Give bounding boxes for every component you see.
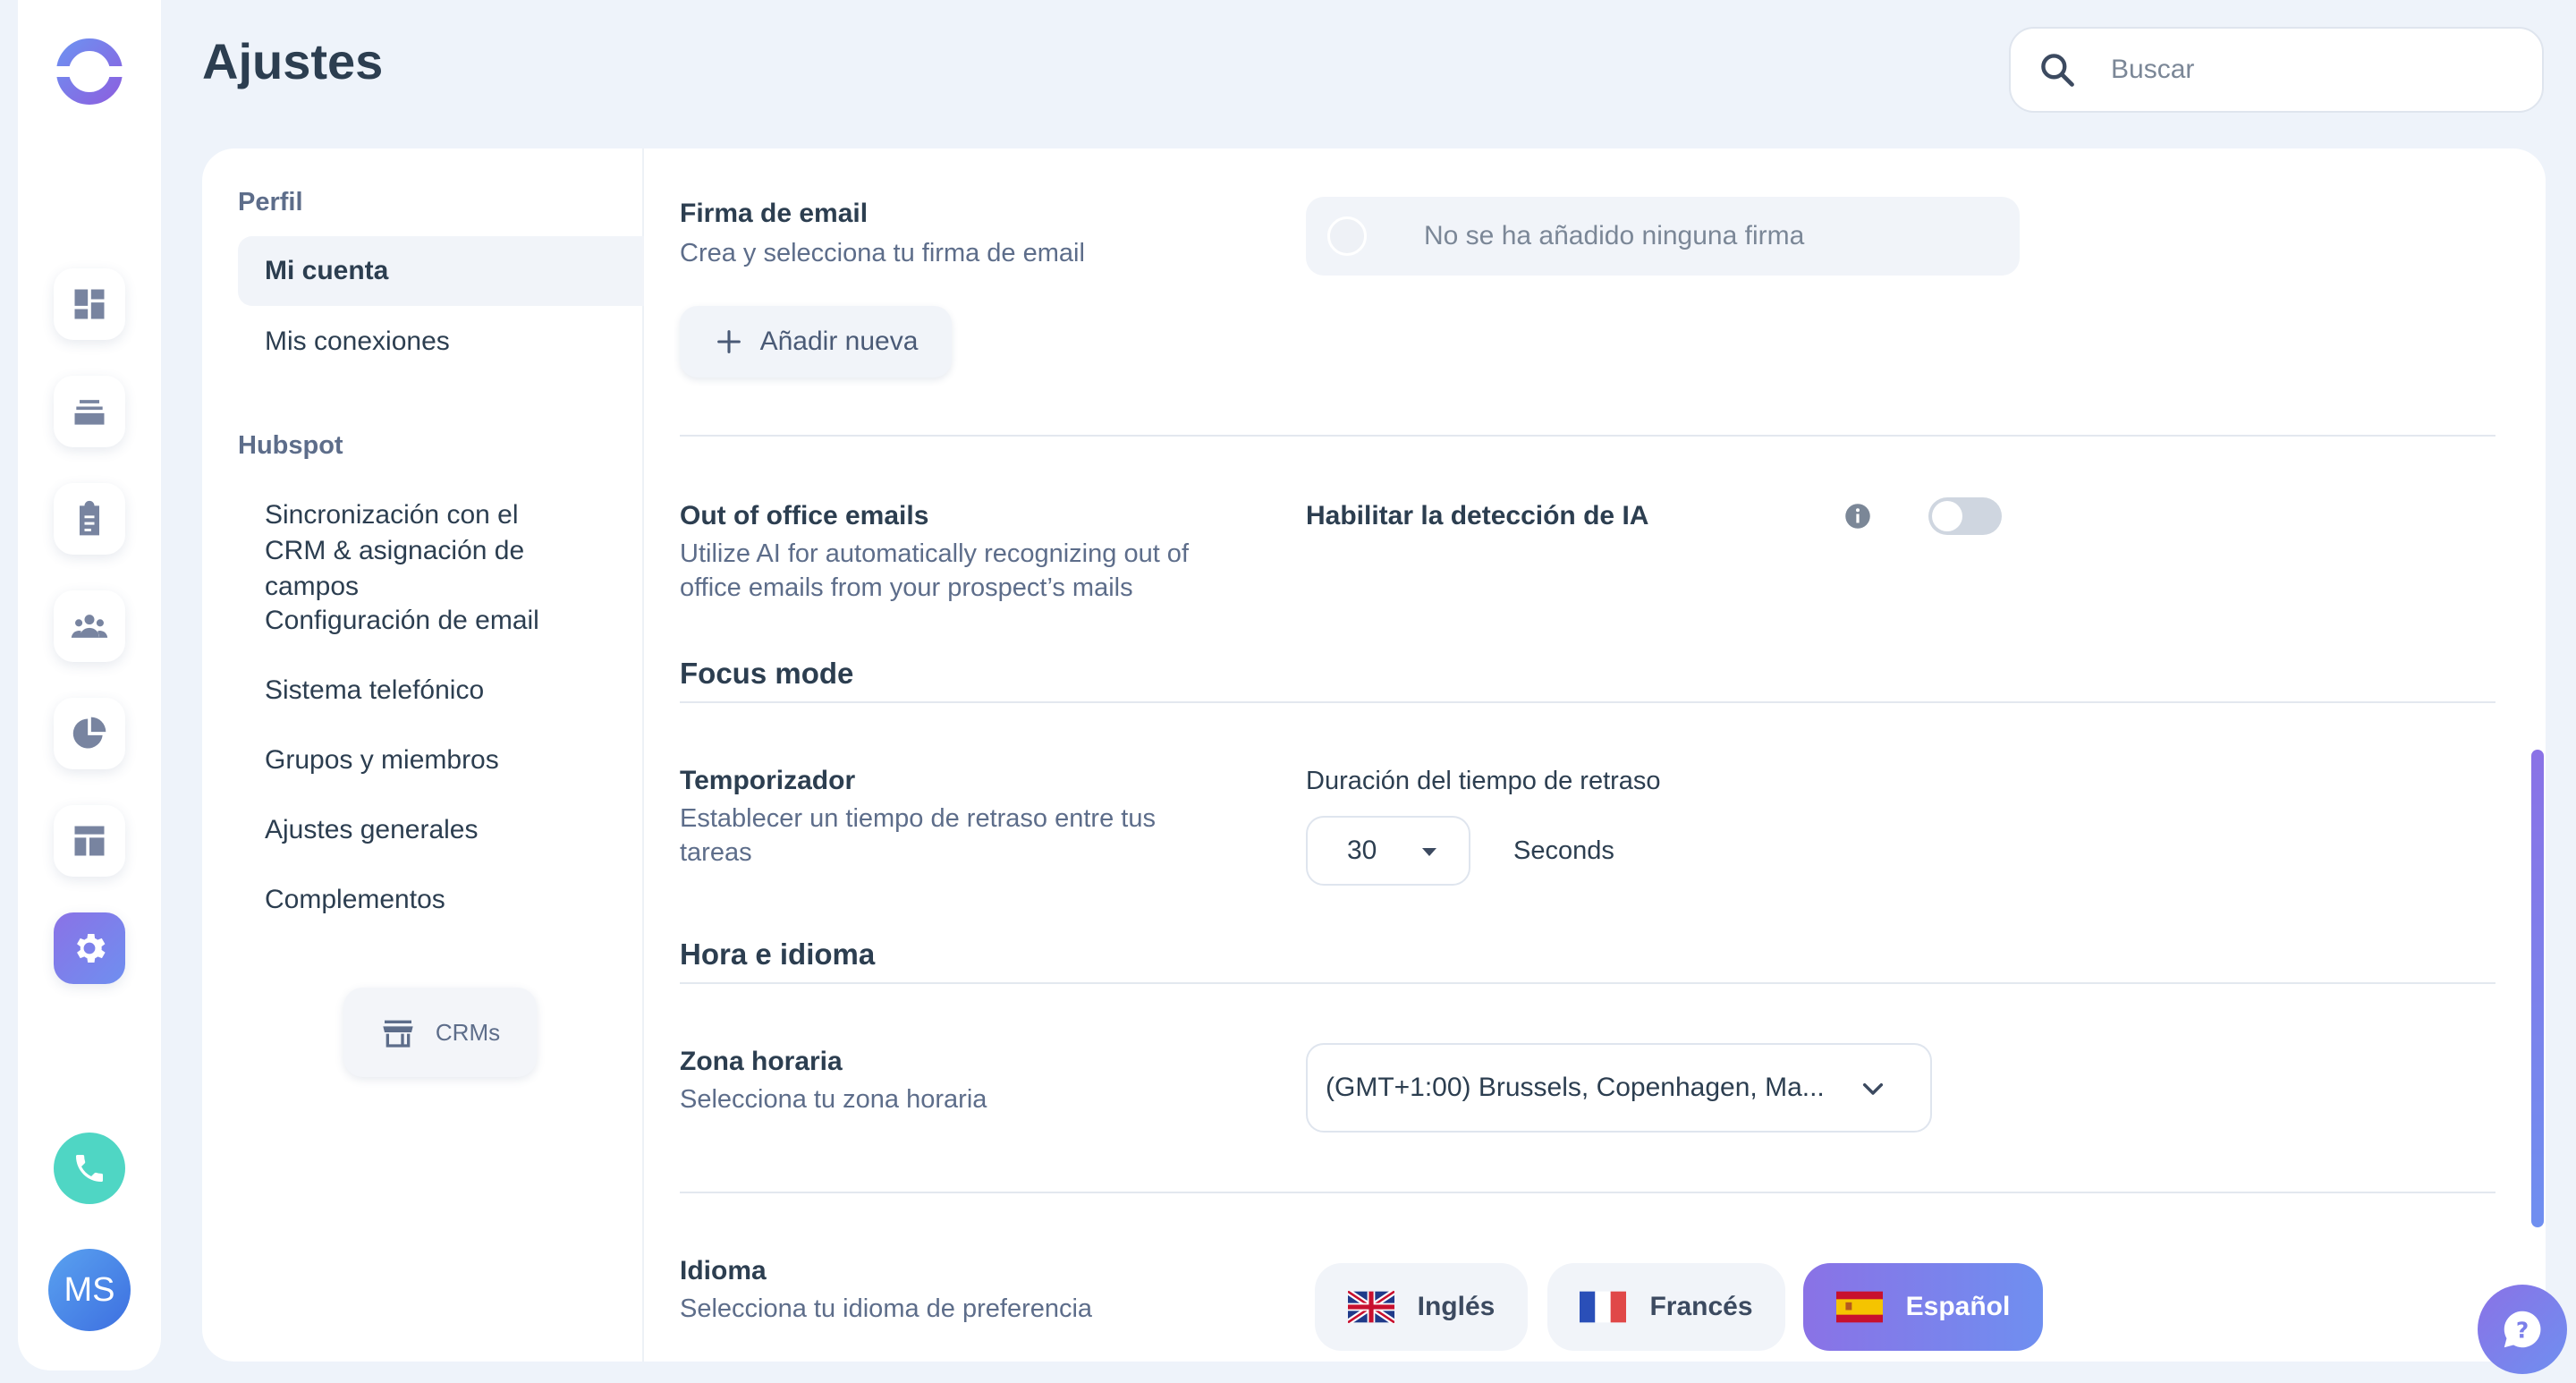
nav-item-crm-sync[interactable]: Sincronización con el CRM & asignación d… (238, 497, 614, 605)
rail-tasks-button[interactable] (54, 483, 125, 555)
search-input[interactable] (2111, 55, 2487, 85)
ooo-description: Utilize AI for automatically recognizing… (680, 539, 1189, 602)
nav-item-phone-system[interactable]: Sistema telefónico (238, 673, 644, 708)
caret-down-icon (1422, 848, 1436, 856)
svg-text:?: ? (2516, 1317, 2529, 1343)
divider (680, 701, 2496, 703)
signature-selector[interactable]: No se ha añadido ninguna firma (1306, 197, 2020, 276)
nav-item-my-connections[interactable]: Mis conexiones (238, 324, 644, 360)
divider (680, 1192, 2496, 1193)
language-description: Selecciona tu idioma de preferencia (680, 1294, 1093, 1323)
signature-radio[interactable] (1327, 216, 1367, 256)
phone-call-button[interactable] (54, 1133, 125, 1204)
spain-flag-icon (1835, 1291, 1883, 1323)
signature-title: Firma de email (680, 199, 869, 228)
crms-button[interactable]: CRMs (343, 988, 537, 1077)
content-scrollbar[interactable] (2531, 750, 2544, 1227)
delay-duration-label: Duración del tiempo de retraso (1306, 767, 1661, 795)
uk-flag-icon (1347, 1291, 1394, 1323)
info-icon[interactable] (1844, 503, 1871, 530)
nav-section-hubspot: Hubspot (238, 431, 343, 460)
crms-button-label: CRMs (435, 1018, 501, 1046)
chevron-down-icon (1862, 1082, 1884, 1095)
rail-settings-button[interactable] (54, 912, 125, 984)
store-icon (383, 1020, 413, 1048)
user-avatar[interactable]: MS (48, 1249, 131, 1331)
settings-nav: Perfil Mi cuenta Mis conexiones Hubspot … (202, 148, 644, 1362)
nav-item-groups-members[interactable]: Grupos y miembros (238, 742, 644, 778)
inbox-icon (74, 400, 105, 425)
rail-templates-button[interactable] (54, 805, 125, 877)
nav-item-my-account[interactable]: Mi cuenta (238, 236, 644, 306)
nav-section-profile: Perfil (238, 188, 303, 216)
signature-empty-text: No se ha añadido ninguna firma (1424, 221, 1805, 250)
page-title: Ajustes (202, 33, 384, 89)
phone-icon (76, 1155, 103, 1182)
language-option-spanish[interactable]: Español (1803, 1263, 2043, 1351)
help-chat-icon: ? (2504, 1311, 2541, 1348)
nav-item-email-config[interactable]: Configuración de email (238, 603, 644, 639)
ai-detection-label: Habilitar la detección de IA (1306, 501, 1649, 530)
settings-card: Perfil Mi cuenta Mis conexiones Hubspot … (202, 148, 2546, 1362)
dashboard-icon (74, 289, 105, 319)
templates-icon (74, 826, 105, 856)
add-signature-label: Añadir nueva (759, 327, 919, 356)
divider (680, 982, 2496, 984)
language-option-label: Inglés (1417, 1292, 1496, 1321)
search-box[interactable] (2009, 27, 2544, 113)
language-title: Idioma (680, 1256, 767, 1285)
ai-detection-toggle[interactable] (1928, 497, 2002, 535)
app-logo-icon[interactable] (54, 36, 125, 107)
rail-inbox-button[interactable] (54, 376, 125, 447)
france-flag-icon (1580, 1291, 1627, 1323)
timezone-select[interactable]: (GMT+1:00) Brussels, Copenhagen, Ma... (1306, 1043, 1932, 1133)
settings-content: Firma de email Crea y selecciona tu firm… (680, 148, 2496, 1362)
timezone-title: Zona horaria (680, 1047, 843, 1076)
search-icon (2041, 54, 2074, 87)
language-option-english[interactable]: Inglés (1315, 1263, 1528, 1351)
reports-icon (72, 717, 106, 749)
tasks-icon (80, 500, 99, 536)
rail-contacts-button[interactable] (54, 590, 125, 662)
contacts-icon (71, 615, 108, 638)
timer-title: Temporizador (680, 766, 856, 795)
timezone-value: (GMT+1:00) Brussels, Copenhagen, Ma... (1326, 1073, 1825, 1102)
language-option-label: Francés (1649, 1292, 1753, 1321)
rail-reports-button[interactable] (54, 698, 125, 769)
delay-unit: Seconds (1513, 836, 1614, 865)
help-chat-button[interactable]: ? (2478, 1285, 2567, 1374)
language-option-french[interactable]: Francés (1547, 1263, 1785, 1351)
nav-item-addons[interactable]: Complementos (238, 882, 644, 918)
settings-icon (77, 934, 106, 963)
delay-select[interactable]: 30 (1306, 816, 1470, 886)
add-signature-button[interactable]: Añadir nueva (680, 306, 952, 378)
delay-value: 30 (1347, 836, 1377, 865)
ooo-title: Out of office emails (680, 501, 929, 530)
timer-description: Establecer un tiempo de retraso entre tu… (680, 804, 1156, 867)
divider (680, 435, 2496, 437)
app-rail: MS (18, 0, 161, 1370)
timezone-description: Selecciona tu zona horaria (680, 1085, 987, 1114)
nav-item-general-settings[interactable]: Ajustes generales (238, 812, 644, 848)
time-language-heading: Hora e idioma (680, 938, 876, 971)
signature-description: Crea y selecciona tu firma de email (680, 239, 1085, 267)
rail-dashboard-button[interactable] (54, 268, 125, 340)
focus-mode-heading: Focus mode (680, 657, 854, 690)
plus-icon (716, 330, 741, 353)
language-option-label: Español (1905, 1292, 2011, 1321)
